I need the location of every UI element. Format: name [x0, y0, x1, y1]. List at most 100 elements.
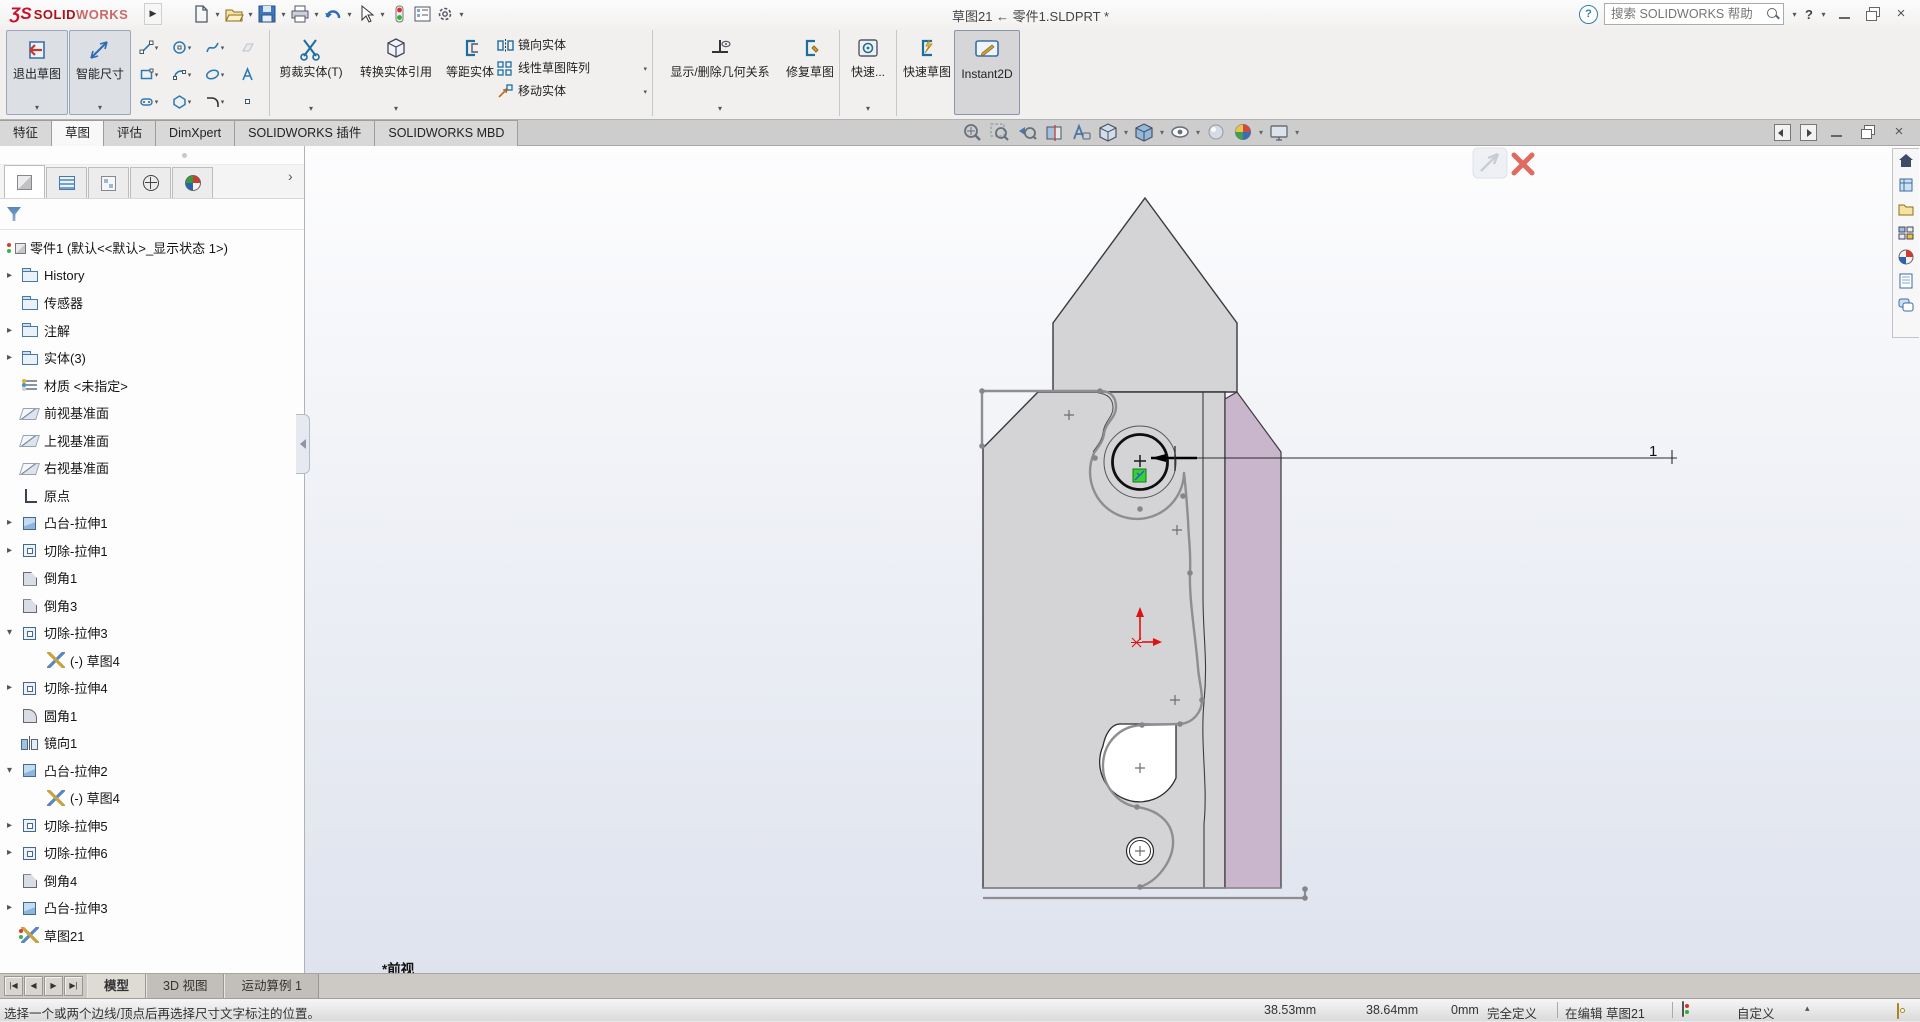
solidworks-forum-icon[interactable] — [1897, 296, 1915, 314]
tree-root-part[interactable]: 零件1 (默认<<默认>_显示状态 1>) — [0, 234, 304, 262]
graphics-viewport[interactable]: 1 *前视 — [305, 146, 1920, 977]
view-orientation-icon[interactable] — [1097, 122, 1119, 143]
tab-feature-manager[interactable] — [4, 165, 45, 198]
rapid-sketch-button[interactable]: 快速草图 — [901, 30, 953, 115]
tab-dimxpert[interactable]: DimXpert — [155, 120, 236, 146]
dropdown-caret[interactable]: ▾ — [221, 98, 225, 106]
solidworks-resources-home-icon[interactable] — [1897, 152, 1915, 170]
expand-arrow[interactable]: ▸ — [7, 517, 21, 528]
search-box[interactable] — [1604, 3, 1785, 25]
help-dropdown-caret[interactable]: ▾ — [1819, 10, 1828, 19]
dropdown-caret[interactable]: ▾ — [155, 44, 159, 52]
tree-item-chamfer3[interactable]: 倒角3 — [0, 592, 304, 620]
tree-item-sketch4b[interactable]: (-) 草图4 — [0, 784, 304, 812]
convert-entities-button[interactable]: 转换实体引用 ▾ — [350, 30, 442, 115]
dropdown-caret[interactable]: ▾ — [1259, 128, 1263, 137]
sketch-fillet-tool-button[interactable]: ▾ — [198, 88, 231, 115]
options-traffic-icon[interactable] — [388, 3, 410, 25]
text-tool-button[interactable] — [231, 61, 264, 88]
expand-arrow[interactable]: ▸ — [7, 847, 21, 858]
previous-view-icon[interactable] — [1016, 122, 1038, 143]
tree-item-fillet1[interactable]: 圆角1 — [0, 702, 304, 730]
file-properties-icon[interactable] — [411, 3, 433, 25]
tree-item-boss-extrude3[interactable]: ▸ 凸台-拉伸3 — [0, 894, 304, 922]
model-canvas[interactable]: 1 — [305, 146, 1920, 973]
tab-motion-study[interactable]: 运动算例 1 — [224, 974, 319, 998]
part-side-face[interactable] — [1224, 391, 1282, 889]
tree-item-cut-extrude5[interactable]: ▸ 切除-拉伸5 — [0, 812, 304, 840]
status-traffic-light-icon[interactable] — [1682, 1001, 1684, 1017]
tree-item-sketch21[interactable]: 草图21 — [0, 922, 304, 950]
dropdown-caret[interactable]: ▾ — [866, 104, 870, 115]
dropdown-caret[interactable]: ▾ — [378, 10, 387, 19]
search-icon[interactable] — [1767, 8, 1779, 20]
corner-rectangle-tool-button[interactable]: ▾ — [132, 61, 165, 88]
minimize-button[interactable] — [1834, 5, 1856, 23]
hide-show-items-icon[interactable] — [1169, 122, 1191, 143]
instant2d-button[interactable]: Instant2D — [954, 30, 1020, 115]
tab-dimxpert-manager[interactable] — [130, 167, 171, 198]
repair-sketch-button[interactable]: 修复草图 — [785, 30, 835, 115]
display-style-icon[interactable] — [1133, 122, 1155, 143]
tree-item-front-plane[interactable]: 前视基准面 — [0, 399, 304, 427]
help-circle-icon[interactable]: ? — [1579, 4, 1599, 24]
dropdown-caret[interactable]: ▾ — [221, 71, 225, 79]
units-caret[interactable]: ▴ — [1805, 1003, 1810, 1014]
tree-item-chamfer4[interactable]: 倒角4 — [0, 867, 304, 895]
point-tool-button[interactable] — [231, 88, 264, 115]
tab-solidworks-mbd[interactable]: SOLIDWORKS MBD — [374, 120, 519, 146]
tree-item-boss-extrude2[interactable]: ▾ 凸台-拉伸2 — [0, 757, 304, 785]
dropdown-caret[interactable]: ▾ — [155, 71, 159, 79]
tree-item-right-plane[interactable]: 右视基准面 — [0, 454, 304, 482]
dropdown-caret[interactable]: ▾ — [457, 10, 466, 19]
line-tool-button[interactable]: ▾ — [132, 34, 165, 61]
collapse-arrow[interactable]: ▾ — [7, 765, 21, 776]
tree-item-top-plane[interactable]: 上视基准面 — [0, 427, 304, 455]
ellipse-tool-button[interactable]: ▾ — [198, 61, 231, 88]
offset-entities-button[interactable]: 等距实体 — [444, 30, 496, 115]
new-document-icon[interactable] — [190, 3, 212, 25]
appearances-scenes-icon[interactable] — [1897, 248, 1915, 266]
undo-icon[interactable] — [322, 3, 344, 25]
tag-icon[interactable] — [1897, 1003, 1899, 1019]
panel-splitter-handle[interactable] — [296, 414, 310, 474]
expand-arrow[interactable]: ▸ — [7, 352, 21, 363]
linear-sketch-pattern-button[interactable]: 线性草图阵列 ▾ — [497, 57, 649, 80]
display-delete-relations-button[interactable]: 显示/删除几何关系 ▾ — [657, 30, 783, 115]
tree-item-cut-extrude6[interactable]: ▸ 切除-拉伸6 — [0, 839, 304, 867]
open-icon[interactable] — [223, 3, 245, 25]
tree-item-sketch4a[interactable]: (-) 草图4 — [0, 647, 304, 675]
dropdown-caret[interactable]: ▾ — [188, 71, 192, 79]
dimension-value[interactable]: 1 — [1649, 443, 1657, 460]
edit-appearance-icon[interactable] — [1205, 122, 1227, 143]
search-dropdown-caret[interactable]: ▾ — [1790, 10, 1799, 19]
trim-entities-button[interactable]: 剪裁实体(T) ▾ — [274, 30, 348, 115]
dropdown-caret[interactable]: ▾ — [345, 10, 354, 19]
dropdown-caret[interactable]: ▾ — [221, 44, 225, 52]
collapse-arrow[interactable]: ▾ — [7, 627, 21, 638]
tree-item-cut-extrude1[interactable]: ▸ 切除-拉伸1 — [0, 537, 304, 565]
zoom-to-fit-icon[interactable] — [962, 122, 984, 143]
expand-arrow[interactable]: ▸ — [7, 902, 21, 913]
status-units-selector[interactable]: 自定义 — [1737, 1003, 1775, 1022]
panel-splitter-strip[interactable] — [0, 146, 304, 165]
design-library-icon[interactable] — [1897, 176, 1915, 194]
tree-item-boss-extrude1[interactable]: ▸ 凸台-拉伸1 — [0, 509, 304, 537]
settings-gear-icon[interactable] — [434, 3, 456, 25]
doc-minimize-button[interactable] — [1826, 123, 1848, 141]
dropdown-caret[interactable]: ▾ — [246, 10, 255, 19]
view-palette-icon[interactable] — [1897, 224, 1915, 242]
tab-property-manager[interactable] — [46, 167, 87, 198]
dropdown-caret[interactable]: ▾ — [643, 65, 647, 73]
prev-tab-button[interactable]: ◀ — [24, 976, 43, 996]
next-tab-button[interactable]: ▶ — [44, 976, 63, 996]
apply-scene-icon[interactable] — [1232, 122, 1254, 143]
tree-item-mirror1[interactable]: 镜向1 — [0, 729, 304, 757]
tab-features[interactable]: 特征 — [0, 120, 53, 146]
restore-button[interactable] — [1862, 5, 1884, 23]
view-settings-icon[interactable] — [1268, 122, 1290, 143]
tab-3d-views[interactable]: 3D 视图 — [146, 974, 225, 998]
tree-item-sensors[interactable]: 传感器 — [0, 289, 304, 317]
file-explorer-icon[interactable] — [1897, 200, 1915, 218]
dropdown-caret[interactable]: ▾ — [1160, 128, 1164, 137]
